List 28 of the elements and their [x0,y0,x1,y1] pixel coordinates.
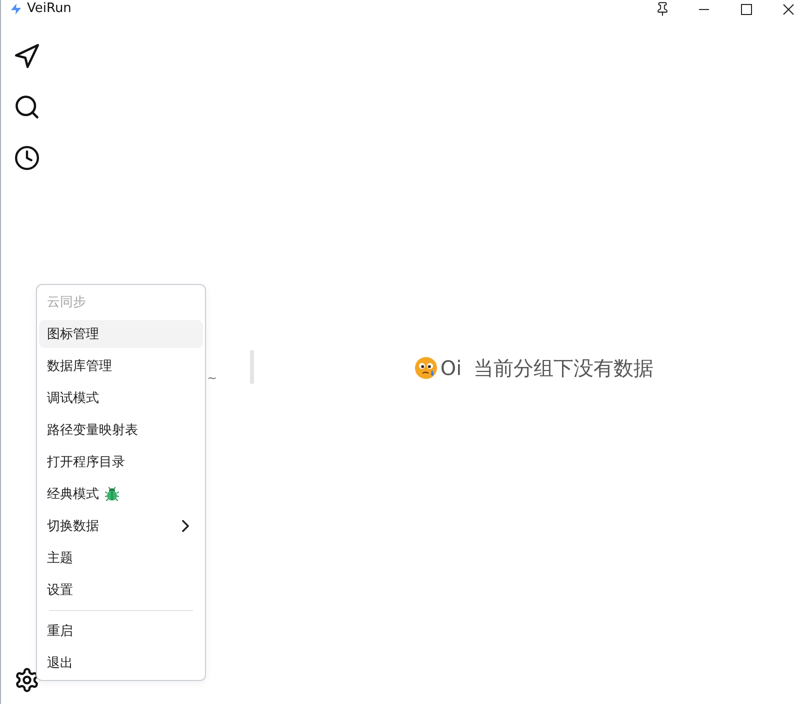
search-icon[interactable] [14,95,38,119]
minimize-icon [699,8,709,10]
menu-item[interactable]: 设置 [39,576,203,604]
menu-item[interactable]: 退出 [39,649,203,677]
empty-message: 当前分组下没有数据 [474,354,654,382]
beetle-icon [105,487,119,501]
pin-icon [656,2,668,16]
menu-item[interactable]: 路径变量映射表 [39,416,203,444]
menu-item[interactable]: 切换数据 [39,512,203,540]
menu-item[interactable]: 调试模式 [39,384,203,412]
menu-item[interactable]: 重启 [39,617,203,645]
chevron-right-icon [182,520,189,532]
menu-item[interactable]: 图标管理 [39,320,203,348]
menu-item[interactable]: 经典模式 [39,480,203,508]
settings-icon[interactable] [14,668,38,692]
menu-item[interactable]: 主题 [39,544,203,572]
close-icon [782,4,794,14]
window-title: VeiRun [27,1,72,17]
clock-icon[interactable] [14,146,38,170]
maximize-icon [740,4,752,14]
teary-face-icon [415,357,438,379]
menu-item: 云同步 [46,294,87,312]
empty-exclamation: Oi [440,356,462,380]
hint-text: ~ [206,371,217,385]
paper-plane-icon[interactable] [14,44,38,68]
lightning-icon [11,3,21,15]
menu-item[interactable]: 打开程序目录 [39,448,203,476]
menu-item[interactable]: 数据库管理 [39,352,203,380]
